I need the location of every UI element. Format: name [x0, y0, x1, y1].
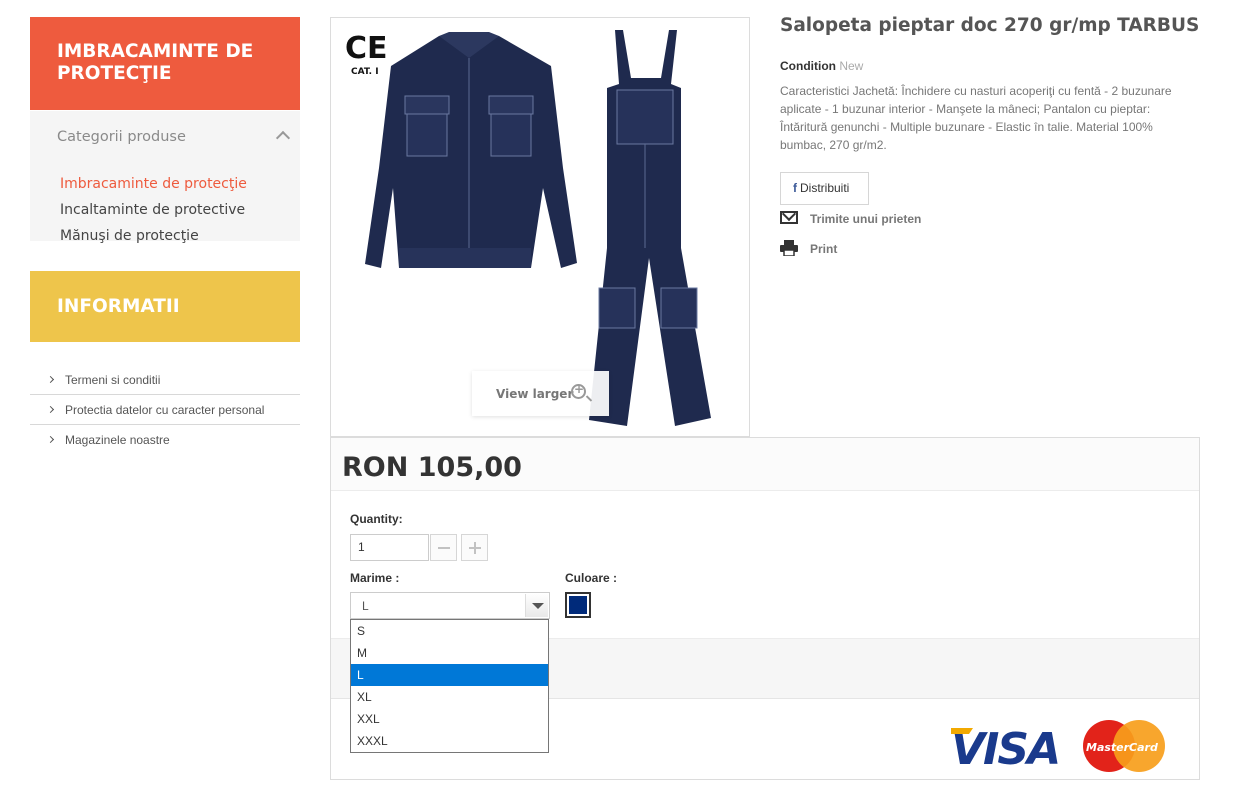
dropdown-arrow-icon[interactable] [525, 594, 548, 617]
buy-box: RON 105,00 Quantity: 1 Marime : L Culoar… [330, 437, 1200, 780]
categories-toggle-label[interactable]: Categorii produse [57, 129, 186, 145]
view-larger-button[interactable]: View larger [472, 371, 609, 416]
facebook-icon: f [793, 181, 797, 195]
category-list: Imbracaminte de protecţie Incaltaminte d… [60, 171, 247, 249]
product-image-frame[interactable]: CE CAT. I View larger [330, 17, 750, 437]
mastercard-logo: MasterCard [1083, 720, 1165, 772]
info-link-label: Protectia datelor cu caracter personal [65, 403, 265, 417]
size-dropdown-list: S M L XL XXL XXXL [350, 619, 549, 753]
quantity-label: Quantity: [350, 512, 403, 526]
product-description: Caracteristici Jachetă: Închidere cu nas… [780, 84, 1172, 152]
categories-panel: Categorii produse Imbracaminte de protec… [30, 111, 300, 244]
ce-mark: CE [345, 31, 388, 66]
share-label: Distribuiti [800, 181, 850, 195]
size-option[interactable]: XXXL [351, 730, 548, 752]
color-swatch-navy[interactable] [565, 592, 591, 618]
size-option[interactable]: XXL [351, 708, 548, 730]
info-link-stores[interactable]: Magazinele noastre [30, 425, 300, 455]
share-facebook-button[interactable]: f Distribuiti [780, 172, 869, 205]
info-link-label: Termeni si conditii [65, 373, 161, 387]
info-link-privacy[interactable]: Protectia datelor cu caracter personal [30, 395, 300, 425]
send-to-friend-label: Trimite unui prieten [810, 212, 922, 226]
view-larger-label: View larger [496, 387, 574, 401]
size-option-selected[interactable]: L [351, 664, 548, 686]
chevron-up-icon[interactable] [275, 130, 291, 146]
quantity-input[interactable]: 1 [350, 534, 429, 561]
jacket-drawing [365, 32, 577, 268]
cat-mark: CAT. I [351, 67, 379, 77]
size-select[interactable]: L [350, 592, 550, 619]
information-links: Termeni si conditii Protectia datelor cu… [30, 365, 300, 455]
minus-icon [438, 547, 450, 549]
bib-overall-drawing [589, 30, 711, 426]
quantity-increase-button[interactable] [461, 534, 488, 561]
size-label: Marime : [350, 571, 400, 585]
condition-label: Condition [780, 59, 836, 73]
size-option[interactable]: XL [351, 686, 548, 708]
product-price: RON 105,00 [342, 452, 522, 483]
category-item-imbracaminte[interactable]: Imbracaminte de protecţie [60, 171, 247, 197]
zoom-in-icon [571, 382, 586, 399]
printer-icon [780, 240, 798, 256]
condition-value: New [839, 59, 864, 73]
envelope-icon [780, 211, 798, 224]
svg-text:MasterCard: MasterCard [1086, 741, 1158, 754]
price-area: RON 105,00 [331, 438, 1199, 491]
product-condition: Condition New [780, 59, 863, 73]
visa-logo: VISA [951, 724, 1061, 774]
size-selected-value: L [362, 599, 369, 613]
payment-logos: VISA MasterCard [951, 720, 1165, 774]
categories-header: IMBRACAMINTE DE PROTECŢIE [30, 17, 300, 110]
size-option[interactable]: M [351, 642, 548, 664]
category-item-manusi[interactable]: Mănuşi de protecţie [60, 223, 247, 249]
information-header: INFORMATII [30, 271, 300, 342]
color-label: Culoare : [565, 571, 618, 585]
print-label: Print [810, 242, 838, 256]
info-link-terms[interactable]: Termeni si conditii [30, 365, 300, 395]
info-link-label: Magazinele noastre [65, 433, 170, 447]
quantity-decrease-button[interactable] [430, 534, 457, 561]
color-swatch-fill [569, 596, 587, 614]
size-option[interactable]: S [351, 620, 548, 642]
product-title: Salopeta pieptar doc 270 gr/mp TARBUS [780, 15, 1200, 36]
category-item-incaltaminte[interactable]: Incaltaminte de protective [60, 197, 247, 223]
